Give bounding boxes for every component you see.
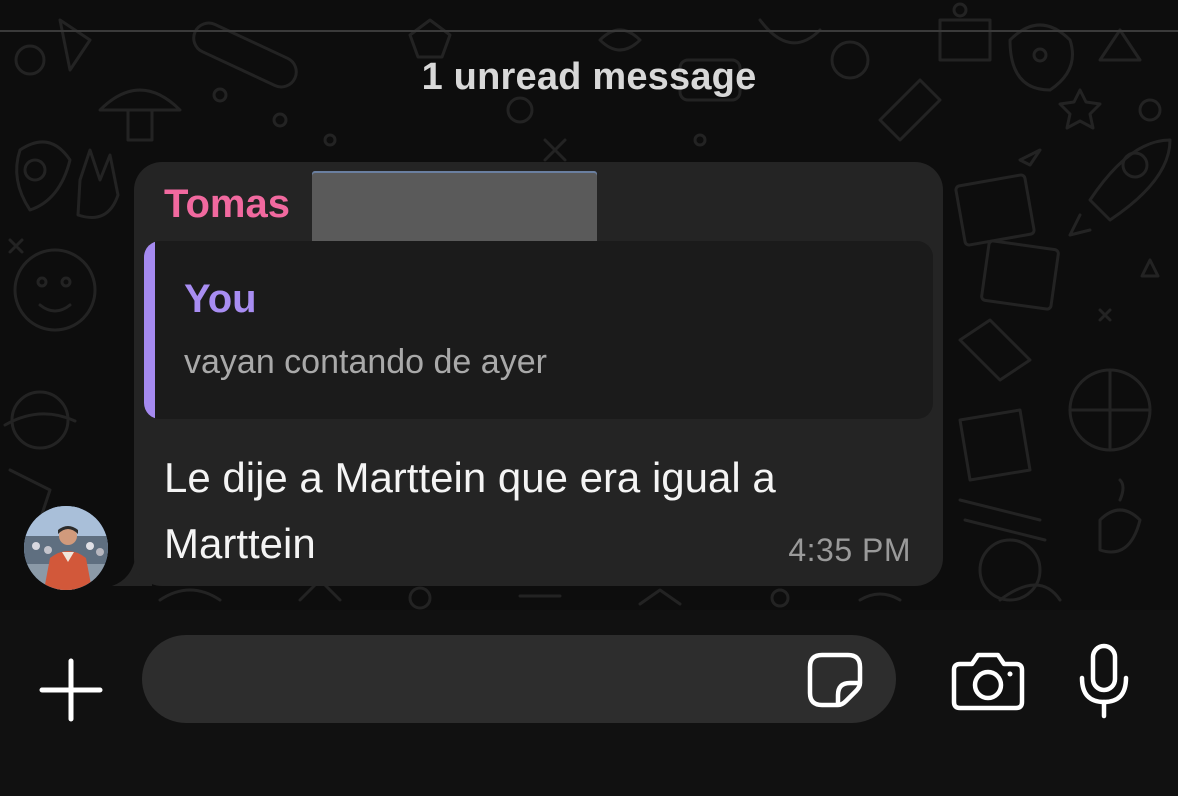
top-divider — [0, 30, 1178, 32]
plus-icon — [39, 658, 103, 722]
message-input-container[interactable] — [142, 635, 896, 725]
quoted-reply[interactable]: You vayan contando de ayer — [144, 241, 933, 419]
message-timestamp: 4:35 PM — [788, 532, 911, 568]
attach-button[interactable] — [36, 655, 106, 725]
camera-button[interactable] — [950, 650, 1026, 712]
sender-avatar[interactable] — [24, 506, 108, 590]
avatar-photo — [24, 506, 108, 590]
sticker-button[interactable] — [806, 651, 864, 709]
sticker-icon — [807, 652, 863, 708]
message-composer — [0, 610, 1178, 796]
quote-text: vayan contando de ayer — [184, 343, 547, 381]
message-input[interactable] — [172, 635, 796, 725]
voice-message-button[interactable] — [1076, 642, 1132, 722]
microphone-icon — [1079, 643, 1129, 719]
incoming-message-bubble[interactable]: Tomas You vayan contando de ayer Le dije… — [134, 162, 943, 586]
redacted-name-block — [312, 171, 597, 244]
quote-author: You — [184, 277, 257, 321]
chat-screen: 1 unread message Tomas You vayan contand… — [0, 0, 1178, 796]
chat-background: 1 unread message Tomas You vayan contand… — [0, 0, 1178, 610]
camera-icon — [951, 652, 1025, 711]
sender-name[interactable]: Tomas — [164, 180, 290, 228]
unread-messages-banner: 1 unread message — [421, 56, 757, 98]
quote-accent-bar — [144, 241, 155, 419]
